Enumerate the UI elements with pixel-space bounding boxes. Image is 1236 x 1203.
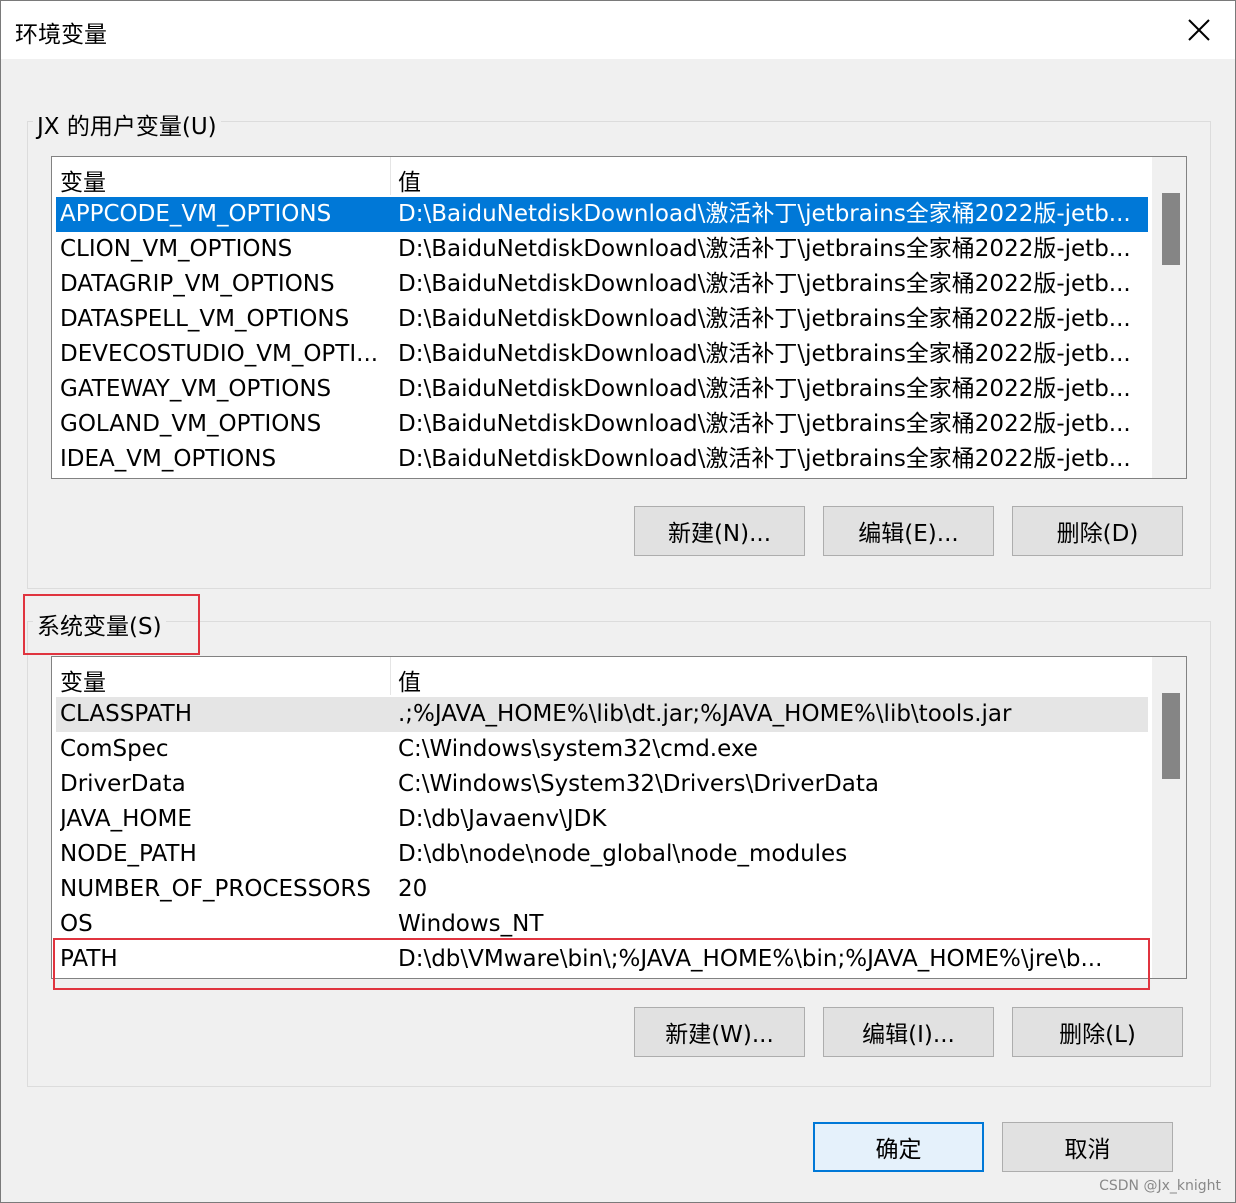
column-header-value[interactable]: 值 <box>398 663 421 697</box>
user-new-button[interactable]: 新建(N)... <box>634 506 805 556</box>
list-item[interactable]: APPCODE_VM_OPTIONS D:\BaiduNetdiskDownloa… <box>56 197 1148 232</box>
user-edit-button[interactable]: 编辑(E)... <box>823 506 994 556</box>
list-item[interactable]: DriverData C:\Windows\System32\Drivers\Dr… <box>56 767 1148 802</box>
watermark: CSDN @Jx_knight <box>1099 1178 1221 1194</box>
list-item[interactable]: JAVA_HOME D:\db\Javaenv\JDK <box>56 802 1148 837</box>
system-edit-button[interactable]: 编辑(I)... <box>823 1007 994 1057</box>
list-item[interactable]: GATEWAY_VM_OPTIONS D:\BaiduNetdiskDownloa… <box>56 372 1148 407</box>
window-title: 环境变量 <box>15 22 107 48</box>
list-item[interactable]: IDEA_VM_OPTIONS D:\BaiduNetdiskDownload\激… <box>56 442 1148 477</box>
list-item[interactable]: CLASSPATH .;%JAVA_HOME%\lib\dt.jar;%JAVA_… <box>56 697 1148 732</box>
path-row-highlight-box <box>53 938 1150 990</box>
list-item[interactable]: ComSpec C:\Windows\system32\cmd.exe <box>56 732 1148 767</box>
ok-button[interactable]: 确定 <box>813 1122 984 1172</box>
list-item[interactable]: NODE_PATH D:\db\node\node_global\node_mod… <box>56 837 1148 872</box>
list-item[interactable]: DATASPELL_VM_OPTIONS D:\BaiduNetdiskDownl… <box>56 302 1148 337</box>
system-variables-list[interactable]: 变量 值 CLASSPATH .;%JAVA_HOME%\lib\dt.jar;%… <box>51 656 1187 979</box>
column-header-variable[interactable]: 变量 <box>60 663 106 697</box>
list-header: 变量 值 <box>52 657 1148 697</box>
column-header-value[interactable]: 值 <box>398 163 421 197</box>
list-item[interactable]: NUMBER_OF_PROCESSORS 20 <box>56 872 1148 907</box>
list-item[interactable]: CLION_VM_OPTIONS D:\BaiduNetdiskDownload\… <box>56 232 1148 267</box>
column-header-variable[interactable]: 变量 <box>60 163 106 197</box>
system-delete-button[interactable]: 删除(L) <box>1012 1007 1183 1057</box>
user-delete-button[interactable]: 删除(D) <box>1012 506 1183 556</box>
system-label-highlight-box <box>23 594 200 655</box>
list-header: 变量 值 <box>52 157 1148 197</box>
user-variables-list[interactable]: 变量 值 APPCODE_VM_OPTIONS D:\BaiduNetdiskDo… <box>51 156 1187 479</box>
scrollbar[interactable] <box>1152 657 1186 978</box>
environment-variables-dialog: 环境变量 JX 的用户变量(U) 变量 值 APPCODE_VM_OPTIONS… <box>0 0 1236 1203</box>
list-item[interactable]: OS Windows_NT <box>56 907 1148 942</box>
close-icon <box>1188 19 1210 41</box>
scrollbar-thumb[interactable] <box>1162 693 1180 779</box>
cancel-button[interactable]: 取消 <box>1002 1122 1173 1172</box>
system-new-button[interactable]: 新建(W)... <box>634 1007 805 1057</box>
list-item[interactable]: DEVECOSTUDIO_VM_OPTI... D:\BaiduNetdiskDo… <box>56 337 1148 372</box>
close-button[interactable] <box>1169 7 1229 53</box>
list-item[interactable]: GOLAND_VM_OPTIONS D:\BaiduNetdiskDownload… <box>56 407 1148 442</box>
scrollbar[interactable] <box>1152 157 1186 478</box>
scrollbar-thumb[interactable] <box>1162 193 1180 265</box>
user-variables-label: JX 的用户变量(U) <box>33 107 221 141</box>
title-bar: 环境变量 <box>1 1 1235 59</box>
list-item[interactable]: DATAGRIP_VM_OPTIONS D:\BaiduNetdiskDownlo… <box>56 267 1148 302</box>
